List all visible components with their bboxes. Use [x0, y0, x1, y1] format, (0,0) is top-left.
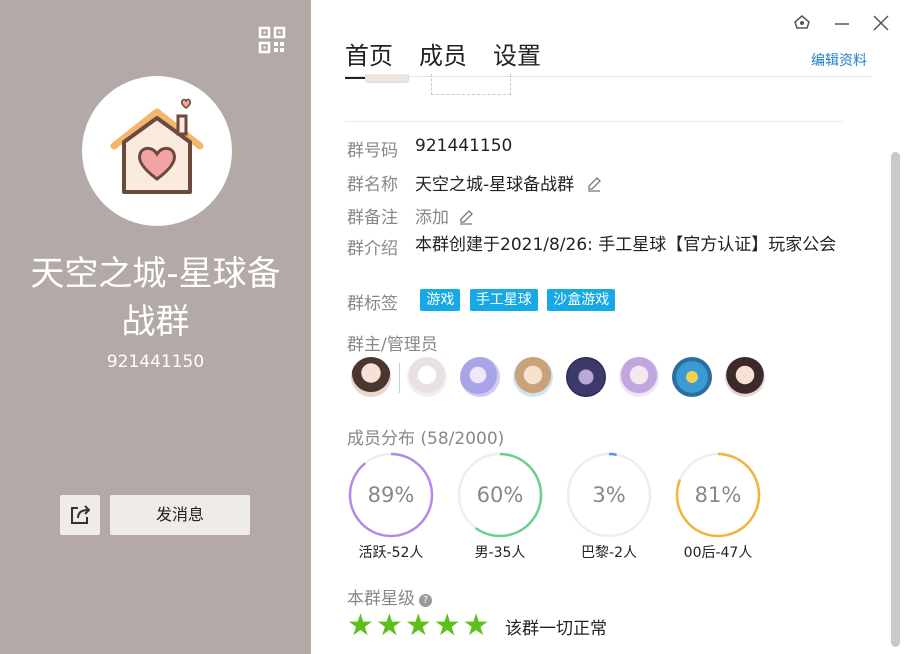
group-name-value: 天空之城-星球备战群 — [415, 175, 575, 195]
member-distribution-title: 成员分布 (58/2000) — [347, 424, 504, 449]
add-photo-placeholder[interactable] — [431, 74, 511, 95]
pin-icon[interactable] — [793, 14, 811, 32]
help-icon[interactable]: ? — [419, 594, 432, 607]
left-panel: 天空之城-星球备战群 921441150 发消息 — [0, 0, 311, 654]
group-id-value: 921441150 — [415, 136, 513, 156]
stat-ring: 3% — [566, 452, 652, 538]
distribution-count: (58/2000) — [420, 429, 505, 449]
admin-avatar-7[interactable] — [725, 357, 765, 397]
admin-avatar-3[interactable] — [513, 357, 553, 397]
group-remark-label: 群备注 — [347, 208, 398, 228]
close-icon[interactable] — [872, 14, 890, 32]
group-intro-label: 群介绍 — [347, 239, 398, 259]
stat-label: 男-35人 — [474, 545, 526, 561]
owner-divider — [399, 363, 400, 393]
group-intro-label-row: 群介绍 — [347, 234, 415, 259]
star-icon: ★ — [433, 608, 461, 643]
distribution-title-text: 成员分布 — [347, 429, 415, 449]
qr-code-icon[interactable] — [258, 26, 286, 54]
stat-percent: 60% — [476, 483, 524, 507]
tab-bar: 首页 成员 设置 — [345, 36, 567, 79]
minimize-icon[interactable] — [833, 14, 851, 32]
group-rating-title: 本群星级? — [347, 584, 432, 609]
star-icon: ★ — [375, 608, 403, 643]
stat-active[interactable]: 89% 活跃-52人 — [336, 452, 446, 562]
edit-remark-pencil-icon[interactable] — [458, 209, 474, 225]
add-remark-link[interactable]: 添加 — [415, 208, 449, 228]
stat-label: 活跃-52人 — [358, 545, 424, 561]
tag-games[interactable]: 游戏 — [420, 289, 461, 311]
star-icon: ★ — [462, 608, 490, 643]
group-id-label: 群号码 — [347, 141, 398, 161]
tab-divider — [345, 76, 872, 77]
send-message-button[interactable]: 发消息 — [110, 495, 250, 535]
share-icon — [71, 505, 91, 524]
tab-home[interactable]: 首页 — [345, 36, 393, 79]
photo-thumbnail[interactable] — [365, 74, 409, 83]
group-avatar[interactable] — [82, 76, 232, 226]
admin-avatar-5[interactable] — [619, 357, 659, 397]
star-icon: ★ — [347, 608, 374, 643]
stat-percent: 81% — [694, 483, 742, 507]
stat-ring: 60% — [457, 452, 543, 538]
stat-ring: 81% — [675, 452, 761, 538]
admin-avatar-6[interactable] — [672, 357, 712, 397]
group-tags-label: 群标签 — [347, 294, 398, 314]
stat-percent: 3% — [592, 483, 626, 507]
share-button[interactable] — [60, 495, 100, 535]
admin-avatar-2[interactable] — [460, 357, 500, 397]
group-name-label: 群名称 — [347, 175, 398, 195]
edit-name-pencil-icon[interactable] — [586, 176, 602, 192]
stat-male[interactable]: 60% 男-35人 — [445, 452, 555, 562]
star-icon: ★ — [404, 608, 432, 643]
edit-profile-link[interactable]: 编辑资料 — [811, 50, 867, 70]
stat-label: 巴黎-2人 — [581, 545, 637, 561]
tab-members[interactable]: 成员 — [419, 36, 467, 79]
group-id-text: 921441150 — [106, 352, 205, 372]
right-panel: 首页 成员 设置 编辑资料 群号码 921441150 群名称 天空之城-星球备战群… — [311, 0, 904, 654]
star-rating: ★★★★★ — [347, 608, 492, 643]
house-heart-icon — [110, 98, 204, 194]
admins-title: 群主/管理员 — [347, 335, 438, 355]
section-divider — [345, 121, 843, 122]
group-intro-value: 本群创建于2021/8/26: 手工星球【官方认证】玩家公会 — [415, 235, 837, 255]
stat-ring: 89% — [348, 452, 434, 538]
tag-handmade-planet[interactable]: 手工星球 — [469, 289, 538, 311]
group-name-title: 天空之城-星球备战群 — [30, 254, 281, 342]
admin-avatar-1[interactable] — [407, 357, 447, 397]
stat-location[interactable]: 3% 巴黎-2人 — [554, 452, 664, 562]
stat-label: 00后-47人 — [683, 545, 753, 561]
group-tags-row: 群标签 游戏 手工星球 沙盒游戏 — [347, 289, 619, 314]
stat-percent: 89% — [367, 483, 415, 507]
rating-status-text: 该群一切正常 — [505, 619, 607, 639]
group-id-row: 群号码 921441150 — [347, 136, 512, 161]
rating-title-text: 本群星级 — [347, 589, 415, 609]
tag-sandbox-games[interactable]: 沙盒游戏 — [547, 289, 616, 311]
scrollbar[interactable] — [891, 152, 900, 647]
admin-avatar-4[interactable] — [566, 357, 606, 397]
stat-age[interactable]: 81% 00后-47人 — [663, 452, 773, 562]
tab-settings[interactable]: 设置 — [493, 36, 541, 79]
group-name-row: 群名称 天空之城-星球备战群 — [347, 170, 602, 195]
owner-avatar[interactable] — [351, 357, 391, 397]
group-remark-row: 群备注 添加 — [347, 203, 474, 228]
